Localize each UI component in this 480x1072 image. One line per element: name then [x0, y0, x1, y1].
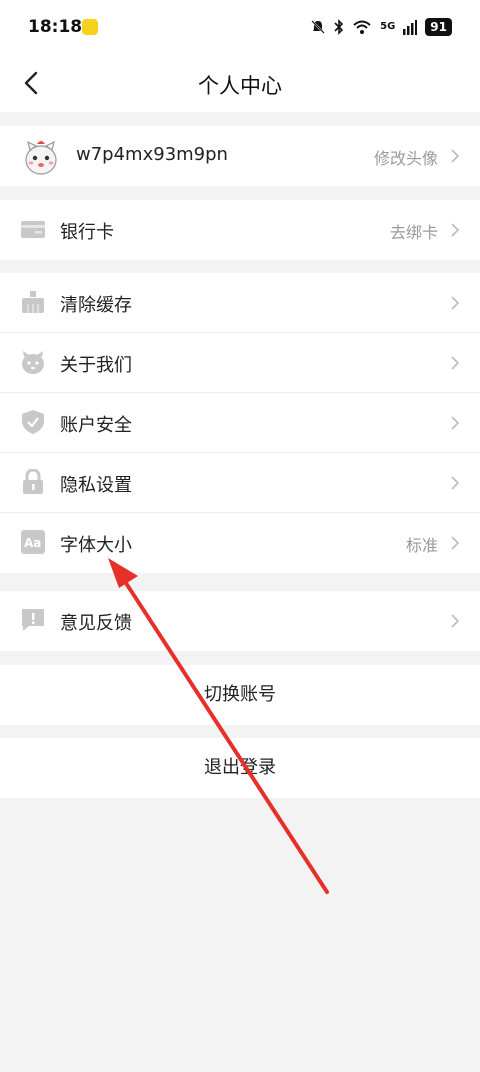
shield-icon	[22, 410, 44, 434]
change-avatar-link[interactable]: 修改头像	[374, 145, 438, 169]
chevron-right-icon	[451, 223, 460, 237]
feedback-label: 意见反馈	[60, 613, 132, 634]
profile-row[interactable]: w7p4mx93m9pn 修改头像	[0, 126, 480, 186]
chevron-right-icon	[451, 356, 460, 370]
bluetooth-icon	[334, 19, 344, 35]
nav-bar: 个人中心	[0, 56, 480, 112]
account-security-label: 账户安全	[60, 415, 132, 436]
bank-card-label: 银行卡	[60, 222, 114, 243]
status-time: 18:18	[28, 17, 83, 37]
app-notification-icon	[82, 19, 98, 35]
bind-card-link[interactable]: 去绑卡	[390, 219, 438, 243]
privacy-settings-label: 隐私设置	[60, 475, 132, 496]
network-label: 5G	[380, 21, 396, 32]
svg-text:Aa: Aa	[24, 536, 41, 550]
font-size-icon: Aa	[21, 530, 45, 554]
logout-button[interactable]: 退出登录	[0, 738, 480, 798]
status-icons: 5G 91	[310, 18, 452, 36]
broom-icon	[22, 291, 44, 313]
status-bar: 18:18 5G 91	[0, 0, 480, 56]
chevron-right-icon	[451, 416, 460, 430]
lock-icon	[23, 469, 43, 494]
page-title: 个人中心	[198, 74, 282, 98]
battery-indicator: 91	[425, 18, 452, 36]
feedback-row[interactable]: 意见反馈	[0, 591, 480, 651]
chevron-right-icon	[451, 149, 460, 163]
font-size-row[interactable]: Aa 字体大小 标准	[0, 513, 480, 573]
mascot-icon	[22, 351, 44, 374]
bank-section: 银行卡 去绑卡	[0, 200, 480, 260]
switch-account-button[interactable]: 切换账号	[0, 665, 480, 725]
about-us-label: 关于我们	[60, 355, 132, 376]
username: w7p4mx93m9pn	[76, 144, 228, 165]
privacy-settings-row[interactable]: 隐私设置	[0, 453, 480, 513]
chevron-right-icon	[451, 296, 460, 310]
feedback-icon	[22, 609, 44, 631]
settings-section: 清除缓存 关于我们 账户安全 隐私设置 Aa 字体大小 标准	[0, 273, 480, 573]
font-size-value: 标准	[405, 536, 438, 555]
avatar[interactable]	[22, 136, 60, 176]
wifi-icon	[353, 20, 371, 34]
chevron-right-icon	[451, 476, 460, 490]
font-size-label: 字体大小	[60, 535, 132, 556]
feedback-section: 意见反馈	[0, 591, 480, 651]
bank-card-row[interactable]: 银行卡 去绑卡	[0, 200, 480, 260]
account-security-row[interactable]: 账户安全	[0, 393, 480, 453]
clear-cache-label: 清除缓存	[60, 295, 132, 316]
about-us-row[interactable]: 关于我们	[0, 333, 480, 393]
signal-icon	[403, 20, 418, 35]
mute-bell-icon	[311, 20, 325, 34]
profile-section: w7p4mx93m9pn 修改头像	[0, 126, 480, 186]
chevron-right-icon	[451, 536, 460, 550]
chevron-right-icon	[451, 614, 460, 628]
clear-cache-row[interactable]: 清除缓存	[0, 273, 480, 333]
credit-card-icon	[21, 221, 45, 238]
